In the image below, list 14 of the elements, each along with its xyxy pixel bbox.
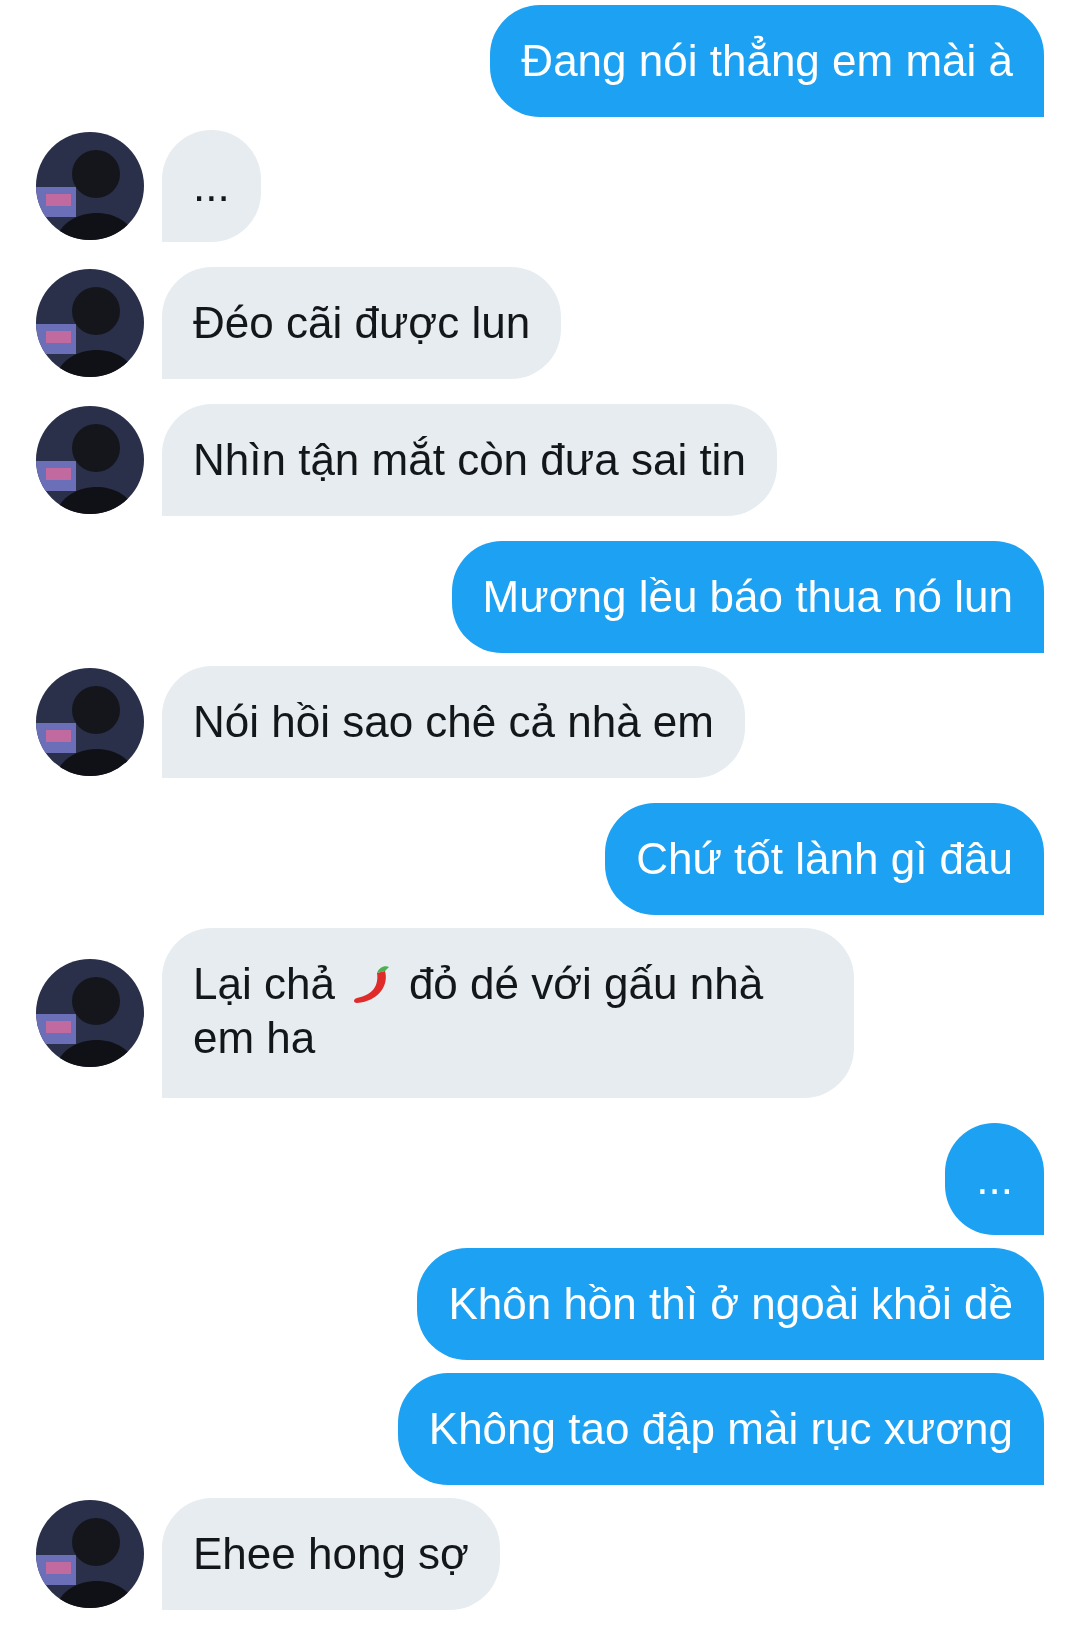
message-text: đỏ dé với gấu nhà xyxy=(408,958,764,1010)
message-text: Đéo cãi được lun xyxy=(193,298,531,347)
message-text: ... xyxy=(193,161,230,210)
message-text: Đang nói thẳng em mài à xyxy=(521,36,1013,85)
message-text: em ha xyxy=(193,1012,316,1064)
message-text: Khôn hồn thì ở ngoài khỏi dề xyxy=(448,1279,1013,1328)
message-text: Lại chả xyxy=(193,958,335,1010)
message-text: ... xyxy=(976,1154,1013,1203)
message-text: Ehee hong sợ xyxy=(193,1529,469,1578)
message-text: Nói hồi sao chê cả nhà em xyxy=(193,697,714,746)
message-text: Nhìn tận mắt còn đưa sai tin xyxy=(193,435,746,484)
message-text: Mương lều báo thua nó lun xyxy=(482,572,1013,621)
message-text: Không tao đập mài rục xương xyxy=(428,1404,1013,1453)
message-text: Chứ tốt lành gì đâu xyxy=(636,834,1013,883)
